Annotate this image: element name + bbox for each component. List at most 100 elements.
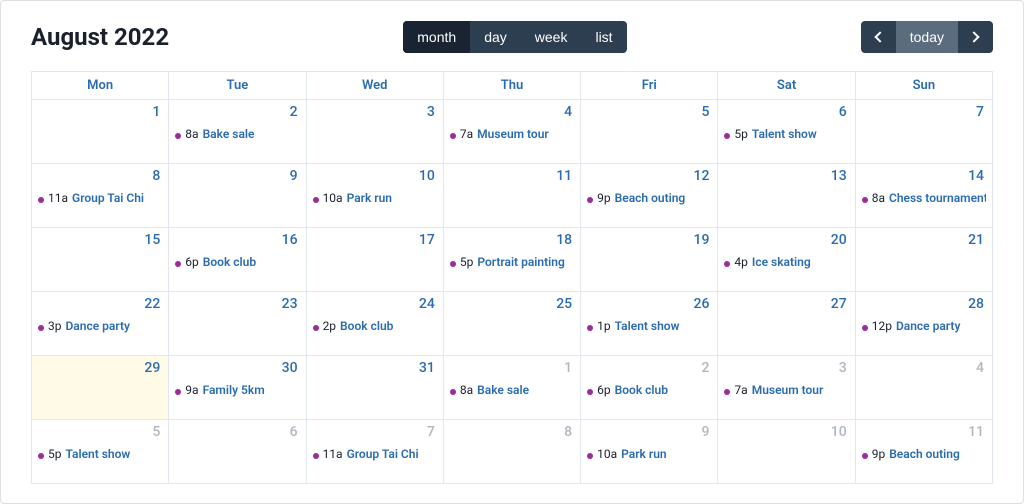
date-number[interactable]: 8	[152, 168, 160, 184]
view-day-button[interactable]: day	[470, 21, 521, 53]
today-button[interactable]: today	[896, 21, 958, 53]
event-item[interactable]: 8aBake sale	[450, 382, 574, 398]
date-number[interactable]: 7	[427, 424, 435, 440]
event-item[interactable]: 5pTalent show	[38, 446, 162, 462]
date-number[interactable]: 5	[152, 424, 160, 440]
date-number[interactable]: 2	[701, 360, 709, 376]
date-number[interactable]: 4	[976, 360, 984, 376]
date-number[interactable]: 9	[290, 168, 298, 184]
day-cell[interactable]: 22 3pDance party	[32, 292, 169, 356]
event-item[interactable]: 4pIce skating	[724, 254, 848, 270]
day-cell[interactable]: 31	[307, 356, 444, 420]
date-number[interactable]: 3	[427, 104, 435, 120]
day-cell[interactable]: 4	[856, 356, 993, 420]
day-cell[interactable]: 30 9aFamily 5km	[169, 356, 306, 420]
day-cell[interactable]: 18 5pPortrait painting	[444, 228, 581, 292]
view-month-button[interactable]: month	[403, 21, 470, 53]
day-cell[interactable]: 3	[307, 100, 444, 164]
day-cell[interactable]: 9	[169, 164, 306, 228]
date-number[interactable]: 11	[968, 424, 984, 440]
day-cell[interactable]: 65pTalent show	[718, 100, 855, 164]
day-cell[interactable]: 19	[581, 228, 718, 292]
event-item[interactable]: 7aMuseum tour	[724, 382, 848, 398]
date-number[interactable]: 13	[831, 168, 847, 184]
date-number[interactable]: 30	[282, 360, 298, 376]
date-number[interactable]: 12	[694, 168, 710, 184]
day-cell[interactable]: 8 11aGroup Tai Chi	[32, 164, 169, 228]
day-cell[interactable]: 24 2pBook club	[307, 292, 444, 356]
day-cell[interactable]: 8	[444, 420, 581, 484]
day-cell[interactable]: 1010aPark run	[307, 164, 444, 228]
date-number[interactable]: 21	[968, 232, 984, 248]
date-number[interactable]: 31	[419, 360, 435, 376]
date-number[interactable]: 28	[968, 296, 984, 312]
date-number[interactable]: 2	[290, 104, 298, 120]
event-item[interactable]: 9pBeach outing	[862, 446, 986, 462]
event-item[interactable]: 10aPark run	[587, 446, 711, 462]
day-cell[interactable]: 9 10aPark run	[581, 420, 718, 484]
event-item[interactable]: 9pBeach outing	[587, 190, 711, 206]
date-number[interactable]: 5	[701, 104, 709, 120]
day-cell[interactable]: 37aMuseum tour	[718, 356, 855, 420]
event-item[interactable]: 11aGroup Tai Chi	[313, 446, 437, 462]
view-week-button[interactable]: week	[521, 21, 582, 53]
day-cell[interactable]: 7 11aGroup Tai Chi	[307, 420, 444, 484]
day-cell[interactable]: 20 4pIce skating	[718, 228, 855, 292]
event-item[interactable]: 1pTalent show	[587, 318, 711, 334]
day-cell[interactable]: 6	[169, 420, 306, 484]
event-item[interactable]: 6pBook club	[587, 382, 711, 398]
day-cell[interactable]: 28 12pDance party	[856, 292, 993, 356]
day-cell[interactable]: 17	[307, 228, 444, 292]
event-item[interactable]: 3pDance party	[38, 318, 162, 334]
date-number[interactable]: 18	[556, 232, 572, 248]
day-cell[interactable]: 15	[32, 228, 169, 292]
day-cell[interactable]: 21	[856, 228, 993, 292]
day-cell[interactable]: 11	[444, 164, 581, 228]
prev-button[interactable]	[861, 21, 896, 53]
day-cell[interactable]: 12 9pBeach outing	[581, 164, 718, 228]
date-number[interactable]: 19	[694, 232, 710, 248]
day-cell[interactable]: 2 8aBake sale	[169, 100, 306, 164]
event-item[interactable]: 5pPortrait painting	[450, 254, 574, 270]
day-cell[interactable]: 27	[718, 292, 855, 356]
day-cell[interactable]: 11 9pBeach outing	[856, 420, 993, 484]
view-list-button[interactable]: list	[581, 21, 626, 53]
day-cell[interactable]: 25	[444, 292, 581, 356]
day-cell[interactable]: 23	[169, 292, 306, 356]
day-cell[interactable]: 5 5pTalent show	[32, 420, 169, 484]
date-number[interactable]: 10	[419, 168, 435, 184]
event-item[interactable]: 8aChess tournament	[862, 190, 986, 206]
day-cell[interactable]: 7	[856, 100, 993, 164]
date-number[interactable]: 4	[564, 104, 572, 120]
date-number[interactable]: 26	[694, 296, 710, 312]
event-item[interactable]: 11aGroup Tai Chi	[38, 190, 162, 206]
date-number[interactable]: 27	[831, 296, 847, 312]
day-cell[interactable]: 2 6pBook club	[581, 356, 718, 420]
date-number[interactable]: 20	[831, 232, 847, 248]
day-cell[interactable]: 26 1pTalent show	[581, 292, 718, 356]
date-number[interactable]: 16	[282, 232, 298, 248]
date-number[interactable]: 9	[701, 424, 709, 440]
event-item[interactable]: 9aFamily 5km	[175, 382, 299, 398]
day-cell[interactable]: 18aBake sale	[444, 356, 581, 420]
event-item[interactable]: 6pBook club	[175, 254, 299, 270]
day-cell[interactable]: 4 7aMuseum tour	[444, 100, 581, 164]
date-number[interactable]: 14	[968, 168, 984, 184]
date-number[interactable]: 17	[419, 232, 435, 248]
event-item[interactable]: 7aMuseum tour	[450, 126, 574, 142]
day-cell[interactable]: 5	[581, 100, 718, 164]
day-cell[interactable]: 10	[718, 420, 855, 484]
date-number[interactable]: 11	[556, 168, 572, 184]
date-number[interactable]: 22	[144, 296, 160, 312]
event-item[interactable]: 12pDance party	[862, 318, 986, 334]
day-cell[interactable]: 29	[32, 356, 169, 420]
event-item[interactable]: 8aBake sale	[175, 126, 299, 142]
day-cell[interactable]: 1	[32, 100, 169, 164]
event-item[interactable]: 2pBook club	[313, 318, 437, 334]
date-number[interactable]: 8	[564, 424, 572, 440]
date-number[interactable]: 25	[556, 296, 572, 312]
date-number[interactable]: 24	[419, 296, 435, 312]
next-button[interactable]	[958, 21, 993, 53]
event-item[interactable]: 5pTalent show	[724, 126, 848, 142]
date-number[interactable]: 1	[152, 104, 160, 120]
